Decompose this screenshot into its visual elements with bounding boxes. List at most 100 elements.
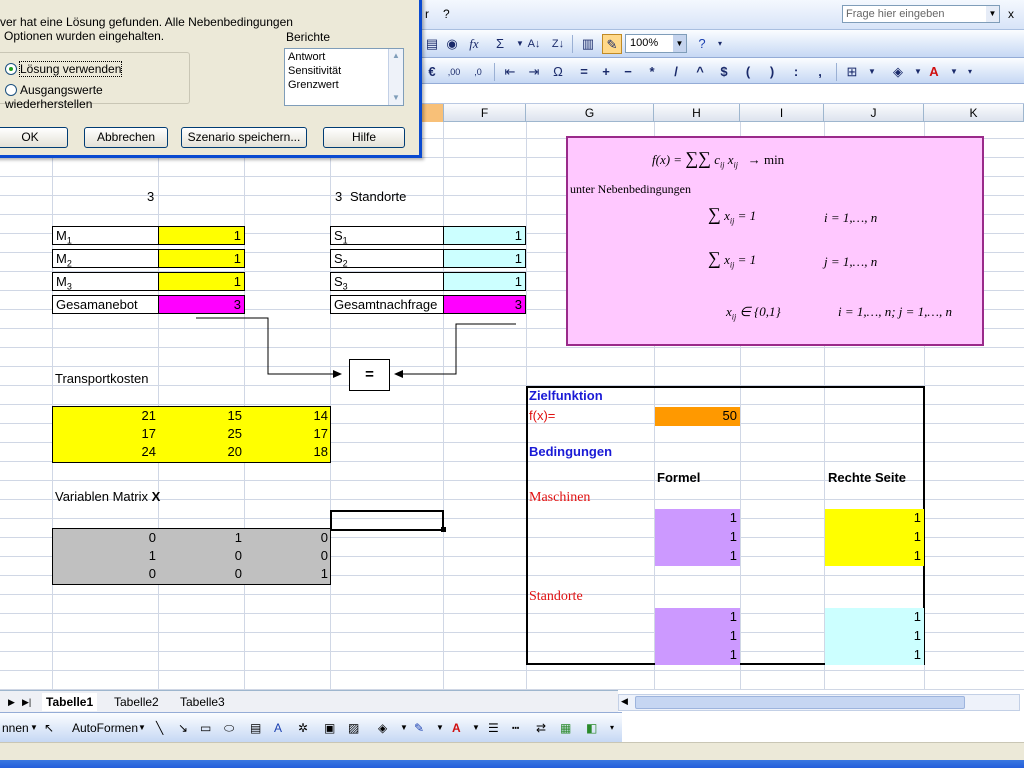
dash-style-icon[interactable]: ┅ (512, 720, 519, 736)
column-header-f[interactable]: F (444, 104, 526, 122)
help-search-input[interactable]: Frage hier eingeben ▼ (842, 5, 1000, 23)
site-rhs-cell[interactable]: 1 (825, 608, 924, 627)
fill-color-icon[interactable]: ◈ (888, 62, 908, 82)
matrix-cell[interactable]: 0 (158, 565, 245, 584)
machine-formula-cell[interactable]: 1 (655, 528, 740, 547)
sort-descending-icon[interactable]: Z↓ (548, 34, 568, 54)
tab-tabelle2[interactable]: Tabelle2 (110, 693, 163, 711)
multiply-key-icon[interactable]: * (642, 62, 662, 82)
transport-cost-cell[interactable]: 14 (244, 407, 331, 426)
arrow-style-icon[interactable]: ⇄ (536, 720, 546, 736)
site-rhs-cell[interactable]: 1 (825, 627, 924, 646)
comma-key-icon[interactable]: , (810, 62, 830, 82)
machine-rhs-cell[interactable]: 1 (825, 509, 924, 528)
site-demand-1[interactable]: 1 (443, 226, 526, 245)
sort-ascending-icon[interactable]: A↓ (524, 34, 544, 54)
tab-tabelle3[interactable]: Tabelle3 (176, 693, 229, 711)
rectangle-icon[interactable]: ▭ (200, 720, 211, 736)
clipart-icon[interactable]: ▣ (324, 720, 335, 736)
print-preview-icon[interactable]: ▤ (422, 34, 442, 54)
column-header-g[interactable]: G (526, 104, 654, 122)
wordart-icon[interactable]: A (274, 720, 282, 736)
report-option[interactable]: Sensitivität (288, 64, 400, 78)
increase-decimal-icon[interactable]: ,00 (444, 62, 464, 82)
horizontal-scrollbar[interactable]: ◀ (618, 694, 1020, 711)
chevron-down-icon[interactable]: ▼ (862, 62, 882, 82)
equals-key-icon[interactable]: = (574, 62, 594, 82)
arrow-icon[interactable]: ↘ (178, 720, 188, 736)
machine-formula-cell[interactable]: 1 (655, 547, 740, 566)
omega-icon[interactable]: Ω (548, 62, 568, 82)
site-formula-cell[interactable]: 1 (655, 608, 740, 627)
dollar-key-icon[interactable]: $ (714, 62, 734, 82)
toolbar-options-icon[interactable]: ▾ (710, 34, 730, 54)
matrix-cell[interactable]: 0 (244, 547, 331, 566)
matrix-cell[interactable]: 1 (158, 529, 245, 548)
matrix-cell[interactable]: 1 (52, 547, 159, 566)
column-header-e[interactable] (420, 104, 444, 122)
increase-indent-icon[interactable]: ⇥ (524, 62, 544, 82)
site-rhs-cell[interactable]: 1 (825, 646, 924, 665)
font-color-icon[interactable]: A (924, 62, 944, 82)
autoshapes-menu[interactable]: AutoFormen (72, 720, 138, 736)
objective-value[interactable]: 50 (655, 407, 740, 426)
line-color-icon[interactable]: ✎ (414, 720, 424, 736)
listbox-scrollbar[interactable]: ▲ ▼ (388, 49, 403, 105)
transport-cost-cell[interactable]: 17 (52, 425, 159, 444)
matrix-cell[interactable]: 0 (244, 529, 331, 548)
matrix-cell[interactable]: 0 (158, 547, 245, 566)
matrix-cell[interactable]: 1 (244, 565, 331, 584)
menu-item-help[interactable]: ? (443, 7, 450, 21)
help-icon[interactable]: ? (692, 34, 712, 54)
formula-bar[interactable] (420, 84, 1024, 104)
tab-scroll-last-icon[interactable]: ▶| (18, 693, 35, 711)
scrollbar-thumb[interactable] (635, 696, 965, 709)
line-style-icon[interactable]: ☰ (488, 720, 499, 736)
help-button[interactable]: Hilfe (323, 127, 405, 148)
machine-capacity-1[interactable]: 1 (158, 226, 245, 245)
scroll-left-icon[interactable]: ◀ (621, 696, 628, 707)
euro-icon[interactable]: € (422, 62, 442, 82)
font-color-icon[interactable]: A (452, 720, 461, 736)
toolbar-options-icon[interactable]: ▾ (960, 62, 980, 82)
open-paren-key-icon[interactable]: ( (738, 62, 758, 82)
keep-solution-radio[interactable]: Lösung verwenden (5, 61, 123, 77)
model-formula-box[interactable]: f(x) = ∑∑ cij xij → min unter Nebenbedin… (566, 136, 984, 346)
report-option[interactable]: Grenzwert (288, 78, 400, 92)
transport-cost-cell[interactable]: 24 (52, 443, 159, 462)
column-header-i[interactable]: I (740, 104, 824, 122)
minus-key-icon[interactable]: − (618, 62, 638, 82)
solver-results-dialog[interactable]: ver hat eine Lösung gefunden. Alle Neben… (0, 0, 422, 158)
machine-formula-cell[interactable]: 1 (655, 509, 740, 528)
picture-icon[interactable]: ▨ (348, 720, 359, 736)
fill-color-icon[interactable]: ◈ (378, 720, 387, 736)
matrix-cell[interactable]: 0 (52, 565, 159, 584)
chevron-down-icon[interactable]: ▼ (30, 720, 38, 736)
chevron-down-icon[interactable]: ▼ (986, 6, 999, 22)
oval-icon[interactable]: ⬭ (224, 720, 234, 736)
site-demand-3[interactable]: 1 (443, 272, 526, 291)
transport-cost-cell[interactable]: 17 (244, 425, 331, 444)
machine-rhs-cell[interactable]: 1 (825, 547, 924, 566)
chart-wizard-icon[interactable]: ▥ (578, 34, 598, 54)
decrease-indent-icon[interactable]: ⇤ (500, 62, 520, 82)
function-icon[interactable]: fx (464, 34, 484, 54)
transport-cost-cell[interactable]: 21 (52, 407, 159, 426)
chevron-down-icon[interactable]: ▼ (673, 35, 686, 52)
site-demand-2[interactable]: 1 (443, 249, 526, 268)
hyperlink-icon[interactable]: ◉ (442, 34, 462, 54)
3d-style-icon[interactable]: ◧ (586, 720, 597, 736)
transport-cost-cell[interactable]: 25 (158, 425, 245, 444)
select-objects-icon[interactable]: ↖ (44, 720, 54, 736)
selected-cell[interactable] (330, 510, 444, 531)
site-formula-cell[interactable]: 1 (655, 627, 740, 646)
machine-rhs-cell[interactable]: 1 (825, 528, 924, 547)
close-icon[interactable]: x (1008, 7, 1014, 21)
site-formula-cell[interactable]: 1 (655, 646, 740, 665)
diagram-icon[interactable]: ✲ (298, 720, 308, 736)
close-paren-key-icon[interactable]: ) (762, 62, 782, 82)
ok-button[interactable]: OK (0, 127, 68, 148)
autosum-icon[interactable]: Σ (490, 34, 510, 54)
machine-capacity-3[interactable]: 1 (158, 272, 245, 291)
chevron-down-icon[interactable]: ▼ (400, 720, 408, 736)
